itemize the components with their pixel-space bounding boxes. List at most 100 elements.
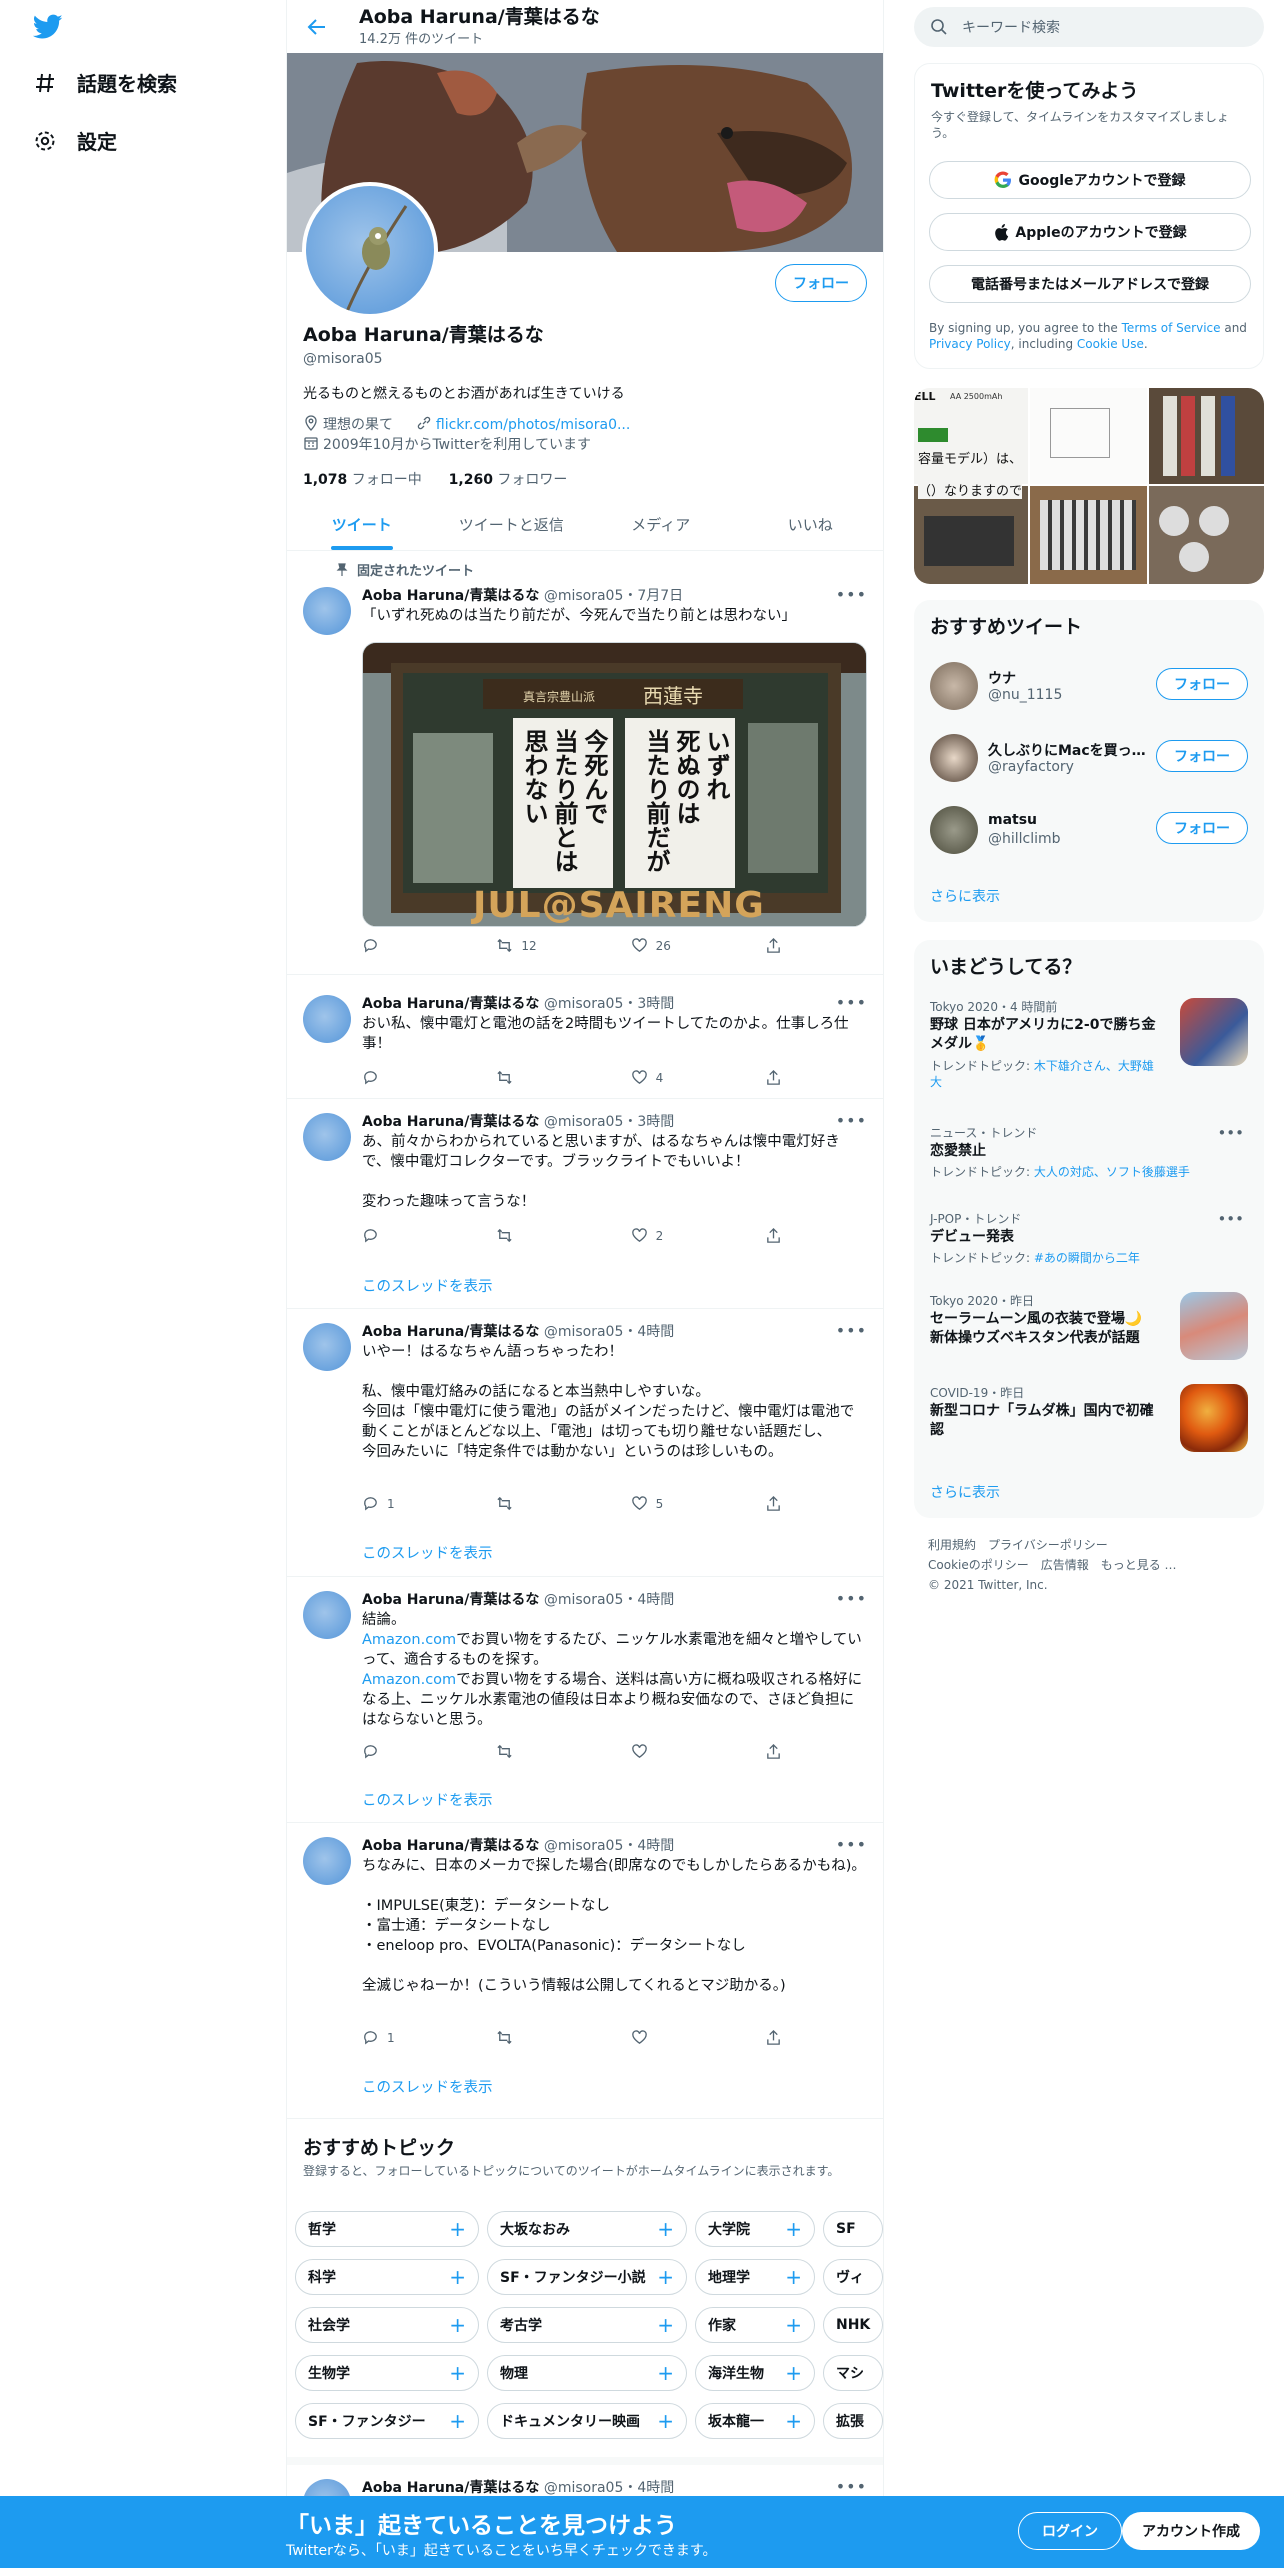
- share-button[interactable]: [765, 1743, 782, 1760]
- show-thread-link[interactable]: このスレッドを表示: [362, 1542, 493, 1563]
- topic-chip[interactable]: 考古学 +: [487, 2307, 687, 2343]
- topic-chip[interactable]: SF: [823, 2211, 883, 2247]
- plus-icon[interactable]: +: [785, 2313, 802, 2337]
- plus-icon[interactable]: +: [657, 2409, 674, 2433]
- cookie-link[interactable]: Cookie Use: [1077, 337, 1144, 351]
- topic-chip[interactable]: 作家 +: [695, 2307, 815, 2343]
- topic-chip[interactable]: 生物学 +: [295, 2355, 479, 2391]
- topic-chip[interactable]: 社会学 +: [295, 2307, 479, 2343]
- trend-thumbnail[interactable]: [1180, 1292, 1248, 1360]
- tweet-avatar[interactable]: [303, 1591, 351, 1639]
- retweet-button[interactable]: [496, 1069, 630, 1086]
- show-more-link[interactable]: さらに表示: [930, 886, 1000, 906]
- reply-button[interactable]: 1: [362, 2029, 496, 2046]
- footer-line[interactable]: Cookieのポリシー 広告情報 もっと見る …: [928, 1555, 1248, 1575]
- plus-icon[interactable]: +: [449, 2265, 466, 2289]
- share-button[interactable]: [765, 1227, 782, 1244]
- trend-thumbnail[interactable]: [1180, 1384, 1248, 1452]
- plus-icon[interactable]: +: [657, 2265, 674, 2289]
- amazon-link[interactable]: Amazon.com: [362, 1672, 456, 1688]
- plus-icon[interactable]: +: [785, 2265, 802, 2289]
- show-thread-link[interactable]: このスレッドを表示: [362, 1789, 493, 1810]
- plus-icon[interactable]: +: [449, 2217, 466, 2241]
- media-thumb[interactable]: （）なりますので: [914, 480, 1028, 584]
- apple-signup-button[interactable]: Appleのアカウントで登録: [929, 213, 1251, 251]
- tab-likes[interactable]: いいね: [736, 498, 884, 550]
- tweet-author[interactable]: Aoba Haruna/青葉はるな: [362, 1838, 539, 1854]
- media-thumb[interactable]: [1149, 388, 1264, 484]
- like-button[interactable]: 2: [631, 1227, 765, 1244]
- search-box[interactable]: キーワード検索: [914, 7, 1264, 47]
- login-button[interactable]: ログイン: [1018, 2512, 1122, 2550]
- share-button[interactable]: [765, 2029, 782, 2046]
- trend-meta-link[interactable]: #あの瞬間から二年: [1034, 1251, 1140, 1265]
- plus-icon[interactable]: +: [785, 2217, 802, 2241]
- like-button[interactable]: [631, 2029, 765, 2046]
- follow-button[interactable]: フォロー: [1156, 668, 1248, 700]
- plus-icon[interactable]: +: [449, 2313, 466, 2337]
- topic-chip[interactable]: 海洋生物 +: [695, 2355, 815, 2391]
- trend-item[interactable]: J-POP・トレンド デビュー発表 トレンドトピック: #あの瞬間から二年 ••…: [914, 1210, 1264, 1290]
- topic-chip[interactable]: 拡張: [823, 2403, 883, 2439]
- topic-chip[interactable]: ドキュメンタリー映画 +: [487, 2403, 687, 2439]
- reply-button[interactable]: 1: [362, 1495, 496, 1512]
- trend-item[interactable]: COVID-19・昨日 新型コロナ「ラムダ株」国内で初確認: [914, 1384, 1264, 1474]
- like-button[interactable]: 26: [631, 937, 765, 954]
- topic-chip[interactable]: マシ: [823, 2355, 883, 2391]
- tweet-author[interactable]: Aoba Haruna/青葉はるな: [362, 2480, 539, 2496]
- tweet-author[interactable]: Aoba Haruna/青葉はるな: [362, 996, 539, 1012]
- topic-chip[interactable]: 坂本龍一 +: [695, 2403, 815, 2439]
- trend-item[interactable]: Tokyo 2020・昨日 セーラームーン風の衣装で登場🌙 新体操ウズベキスタン…: [914, 1292, 1264, 1382]
- plus-icon[interactable]: +: [449, 2409, 466, 2433]
- media-thumb[interactable]: [1030, 486, 1147, 584]
- tweet-avatar[interactable]: [303, 1837, 351, 1885]
- nav-explore[interactable]: 話題を検索: [33, 68, 177, 97]
- recommend-user[interactable]: matsu @hillclimb フォロー: [914, 794, 1264, 866]
- phone-signup-button[interactable]: 電話番号またはメールアドレスで登録: [929, 265, 1251, 303]
- nav-settings[interactable]: 設定: [33, 126, 117, 155]
- like-button[interactable]: 5: [631, 1495, 765, 1512]
- tweet[interactable]: ••• Aoba Haruna/青葉はるな @misora05・7月7日 「いず…: [287, 551, 883, 975]
- show-more-link[interactable]: さらに表示: [930, 1482, 1000, 1502]
- show-thread-link[interactable]: このスレッドを表示: [362, 1275, 493, 1296]
- recommend-user[interactable]: 久しぶりにMacを買っ… @rayfactory フォロー: [914, 722, 1264, 794]
- search-input[interactable]: キーワード検索: [962, 17, 1060, 37]
- topic-chip[interactable]: 地理学 +: [695, 2259, 815, 2295]
- tweet[interactable]: ••• Aoba Haruna/青葉はるな @misora05・3時間 あ、前々…: [287, 1099, 883, 1309]
- retweet-button[interactable]: 12: [496, 937, 630, 954]
- topic-chip[interactable]: 科学 +: [295, 2259, 479, 2295]
- topic-chip[interactable]: 大学院 +: [695, 2211, 815, 2247]
- tweet-author[interactable]: Aoba Haruna/青葉はるな: [362, 1324, 539, 1340]
- recommend-user[interactable]: ウナ @nu_1115 フォロー: [914, 650, 1264, 722]
- retweet-button[interactable]: [496, 2029, 630, 2046]
- share-button[interactable]: [765, 1495, 782, 1512]
- tweet-avatar[interactable]: [303, 587, 351, 635]
- plus-icon[interactable]: +: [657, 2217, 674, 2241]
- more-icon[interactable]: •••: [1217, 1210, 1244, 1228]
- media-thumb[interactable]: [1149, 486, 1264, 584]
- tweet[interactable]: ••• Aoba Haruna/青葉はるな @misora05・4時間 いやー！…: [287, 1309, 883, 1577]
- plus-icon[interactable]: +: [785, 2361, 802, 2385]
- tab-media[interactable]: メディア: [586, 498, 736, 550]
- topic-chip[interactable]: ヴィ: [823, 2259, 883, 2295]
- amazon-link[interactable]: Amazon.com: [362, 1632, 456, 1648]
- following-link[interactable]: 1,078 フォロー中: [303, 472, 422, 488]
- reply-button[interactable]: [362, 1069, 496, 1086]
- reply-button[interactable]: [362, 1227, 496, 1244]
- retweet-button[interactable]: [496, 1227, 630, 1244]
- share-button[interactable]: [765, 937, 782, 954]
- tweet-avatar[interactable]: [303, 1113, 351, 1161]
- tweet[interactable]: ••• Aoba Haruna/青葉はるな @misora05・3時間 おい私、…: [287, 975, 883, 1099]
- tweet-author[interactable]: Aoba Haruna/青葉はるな: [362, 588, 539, 604]
- privacy-link[interactable]: Privacy Policy: [929, 337, 1011, 351]
- avatar[interactable]: [930, 662, 978, 710]
- like-button[interactable]: 4: [631, 1069, 765, 1086]
- tweet[interactable]: ••• Aoba Haruna/青葉はるな @misora05・4時間 ちなみに…: [287, 1823, 883, 2119]
- plus-icon[interactable]: +: [657, 2313, 674, 2337]
- profile-avatar[interactable]: [302, 182, 438, 318]
- plus-icon[interactable]: +: [449, 2361, 466, 2385]
- tweet-avatar[interactable]: [303, 995, 351, 1043]
- back-arrow-icon[interactable]: [305, 15, 329, 39]
- followers-link[interactable]: 1,260 フォロワー: [449, 472, 568, 488]
- trend-item[interactable]: Tokyo 2020・4 時間前 野球 日本がアメリカに2-0で勝ち金メダル🥇 …: [914, 996, 1264, 1098]
